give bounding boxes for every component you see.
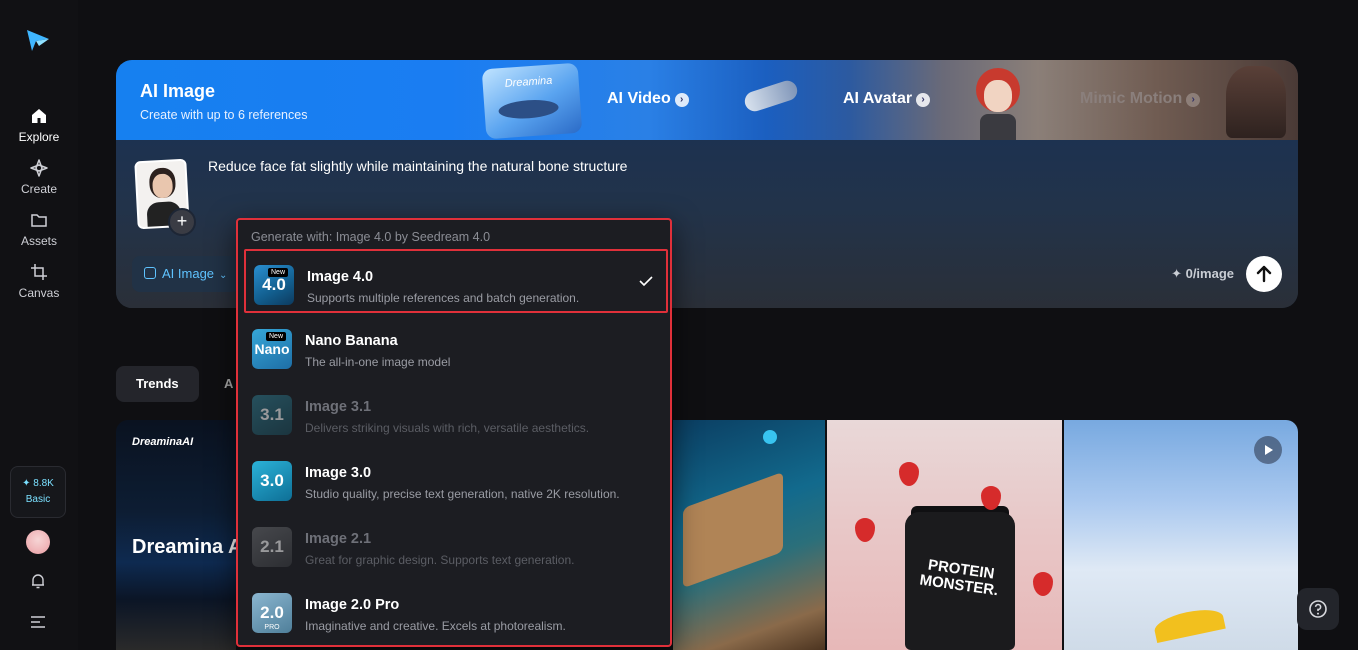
robot-thumbnail (734, 74, 804, 120)
model-name: Image 4.0 (307, 269, 374, 285)
model-description: Great for graphic design. Supports text … (305, 553, 575, 567)
model-name: Image 2.0 Pro (305, 597, 400, 613)
avatar-character-image (966, 64, 1030, 140)
plan-label: Basic (25, 494, 51, 505)
mode-selector-button[interactable]: AI Image ⌄ (132, 256, 240, 292)
model-option-image-3-1[interactable]: 3.1 Image 3.1 Delivers striking visuals … (244, 381, 668, 445)
card-headline: Dreamina A (132, 536, 236, 558)
sidebar-item-label: Create (20, 182, 58, 196)
model-description: The all-in-one image model (305, 355, 451, 369)
tile-ai-video[interactable]: Dreamina AI Video › (481, 60, 712, 140)
tile-brand-text: Dreamina (504, 74, 553, 90)
chevron-right-icon: › (1186, 93, 1201, 107)
model-name: Image 3.1 (305, 399, 372, 415)
chevron-right-icon: › (674, 93, 689, 107)
help-button[interactable] (1297, 588, 1339, 630)
strawberry-shape (855, 518, 875, 542)
generate-button[interactable] (1246, 256, 1282, 292)
model-thumbnail: 2.1 (252, 527, 292, 567)
dreamina-logo-icon[interactable] (24, 26, 52, 54)
question-icon (1309, 600, 1327, 618)
tile-label: AI Avatar › (843, 90, 931, 108)
hero-subtitle: Create with up to 6 references (140, 108, 308, 122)
model-description: Supports multiple references and batch g… (307, 291, 580, 305)
credits-amount: ✦ 8.8K (22, 478, 54, 489)
strawberry-shape (899, 462, 919, 486)
chevron-right-icon: › (916, 93, 931, 107)
bubble-shape (763, 430, 777, 444)
avatar[interactable] (26, 530, 50, 554)
tile-ai-avatar[interactable]: AI Avatar › (734, 60, 964, 140)
gallery-card[interactable]: DreaminaAI Dreamina A (116, 420, 236, 650)
sidebar-item-canvas[interactable]: Canvas (0, 262, 78, 300)
paraglider-shape (1152, 604, 1226, 644)
model-description: Studio quality, precise text generation,… (305, 487, 620, 501)
model-thumbnail: 2.0 PRO (252, 593, 292, 633)
tile-label: Mimic Motion › (1080, 90, 1201, 108)
prompt-text[interactable]: Reduce face fat slightly while maintaini… (208, 158, 627, 174)
model-option-image-3-0[interactable]: 3.0 Image 3.0 Studio quality, precise te… (244, 447, 668, 511)
mimic-motion-thumbnail (1226, 66, 1286, 138)
new-badge: New (268, 268, 289, 277)
sidebar: Explore Create Assets Canvas ✦ 8.8K Basi… (0, 0, 78, 650)
whale-shape (498, 98, 560, 121)
play-icon[interactable] (1254, 436, 1282, 464)
model-thumbnail: 3.0 (252, 461, 292, 501)
arrow-up-icon (1256, 265, 1272, 283)
credits-badge[interactable]: ✦ 8.8K Basic (10, 466, 66, 518)
model-thumbnail: 3.1 (252, 395, 292, 435)
model-name: Image 2.1 (305, 531, 372, 547)
island-shape (683, 471, 783, 589)
gallery-card[interactable] (673, 420, 825, 650)
add-reference-button[interactable]: + (168, 208, 196, 236)
model-option-nano-banana[interactable]: Nano New Nano Banana The all-in-one image… (244, 315, 668, 379)
image-mode-icon (144, 267, 156, 279)
menu-icon[interactable] (29, 614, 47, 630)
mode-label: AI Image (162, 266, 215, 281)
pro-label: PRO (264, 624, 280, 631)
ai-video-thumbnail: Dreamina (481, 62, 583, 140)
card-brand: DreaminaAI (132, 436, 194, 448)
model-description: Delivers striking visuals with rich, ver… (305, 421, 590, 435)
sidebar-item-explore[interactable]: Explore (0, 106, 78, 144)
tile-label: AI Video › (607, 90, 689, 108)
model-thumbnail: Nano New (252, 329, 292, 369)
gallery-card[interactable]: PROTEIN MONSTER. (827, 420, 1062, 650)
tab-trends[interactable]: Trends (116, 366, 199, 402)
model-option-image-4-0[interactable]: 4.0 New Image 4.0 Supports multiple refer… (244, 249, 668, 313)
sidebar-item-label: Canvas (18, 286, 60, 300)
sidebar-item-label: Assets (20, 234, 57, 248)
checkmark-icon (639, 276, 653, 287)
tile-mimic-motion[interactable]: Mimic Motion › (1056, 60, 1298, 140)
model-name: Nano Banana (305, 333, 398, 349)
model-name: Image 3.0 (305, 465, 372, 481)
model-dropdown: Generate with: Image 4.0 by Seedream 4.0… (236, 218, 672, 647)
home-icon (32, 109, 46, 123)
sidebar-item-assets[interactable]: Assets (0, 210, 78, 248)
sparkle-icon (30, 159, 48, 177)
hero-title: AI Image (140, 81, 216, 101)
sidebar-item-label: Explore (18, 130, 60, 144)
gallery-card[interactable] (1064, 420, 1298, 650)
model-option-image-2-1[interactable]: 2.1 Image 2.1 Great for graphic design. … (244, 513, 668, 577)
cost-indicator: ✦ 0/image (1171, 266, 1234, 281)
chevron-down-icon: ⌄ (219, 270, 228, 281)
model-thumbnail: 4.0 New (254, 265, 294, 305)
dropdown-header: Generate with: Image 4.0 by Seedream 4.0 (251, 230, 491, 244)
strawberry-shape (1033, 572, 1053, 596)
new-badge: New (266, 332, 287, 341)
sidebar-item-create[interactable]: Create (0, 158, 78, 196)
crop-icon (31, 264, 47, 280)
model-option-image-2-0-pro[interactable]: 2.0 PRO Image 2.0 Pro Imaginative and cre… (244, 579, 668, 643)
folder-icon (31, 214, 47, 227)
feature-banner: AI Image Create with up to 6 references … (116, 60, 1298, 140)
model-description: Imaginative and creative. Excels at phot… (305, 619, 566, 633)
bell-icon[interactable] (29, 572, 47, 590)
